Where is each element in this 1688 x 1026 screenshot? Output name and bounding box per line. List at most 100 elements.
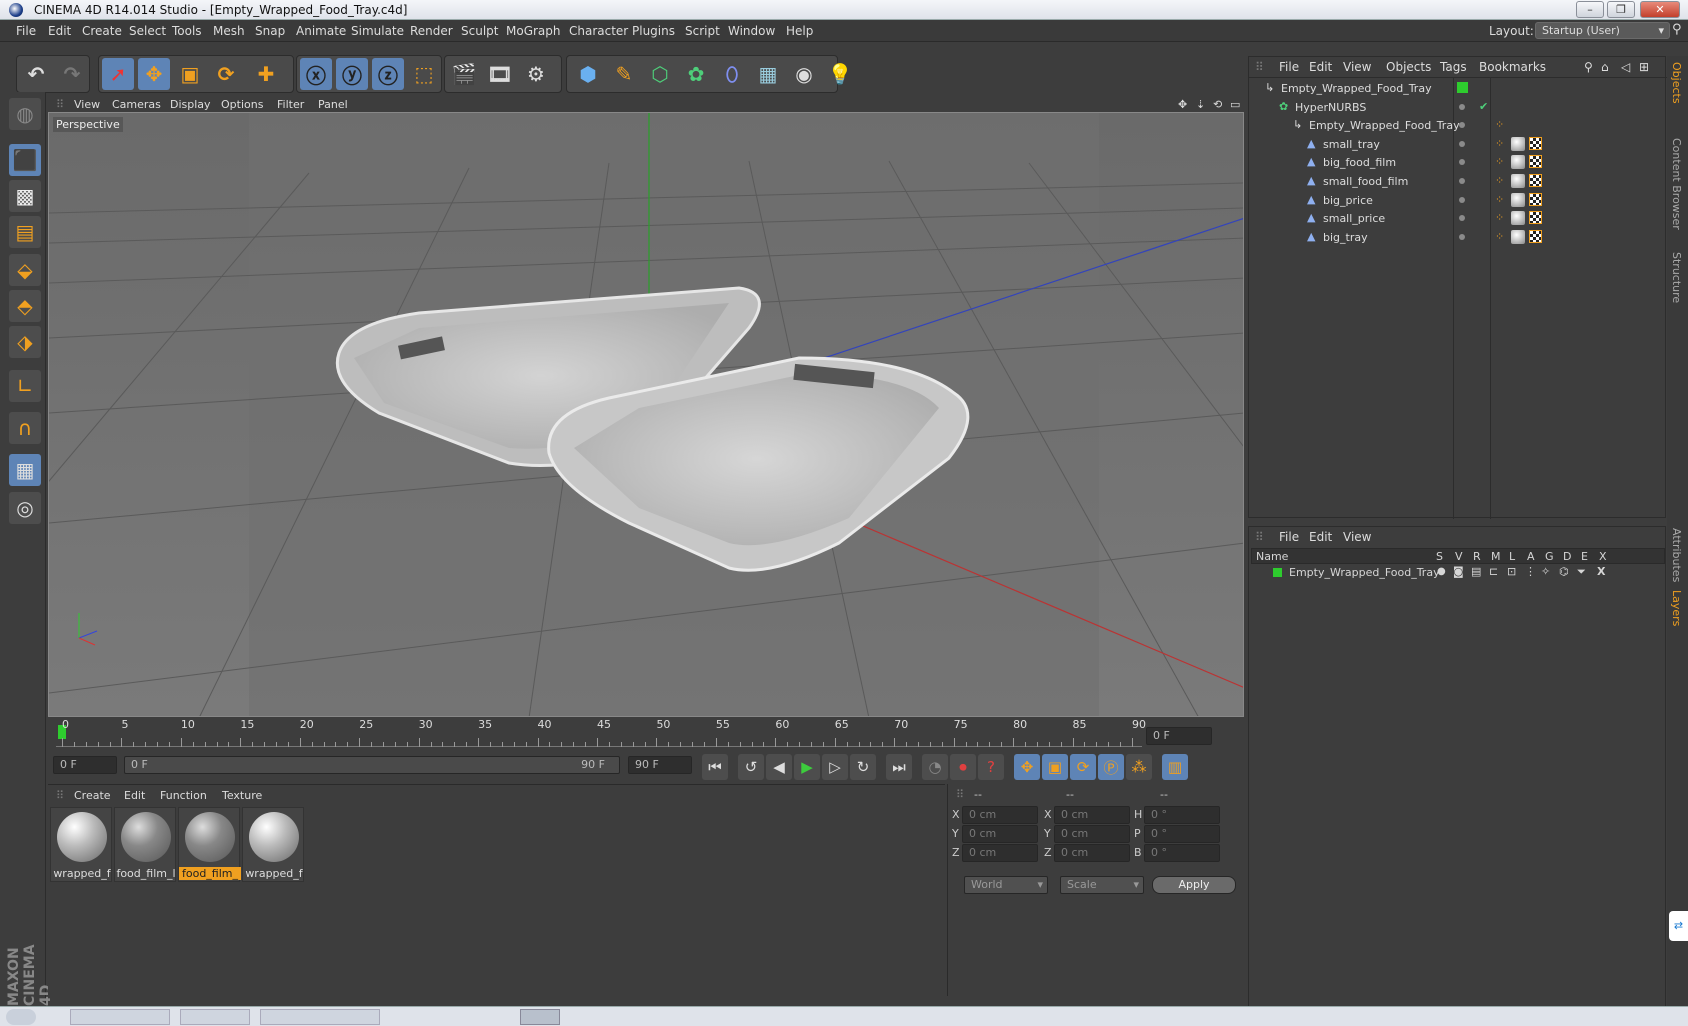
taskbar-item[interactable] — [180, 1009, 250, 1025]
layer-menu-edit[interactable]: Edit — [1309, 530, 1332, 544]
tab-objects[interactable]: Objects — [1670, 62, 1683, 104]
obj-menu-objects[interactable]: Objects — [1386, 60, 1431, 74]
menu-mograph[interactable]: MoGraph — [506, 24, 561, 38]
obj-menu-view[interactable]: View — [1343, 60, 1371, 74]
menu-create[interactable]: Create — [82, 24, 122, 38]
mat-menu-function[interactable]: Function — [160, 789, 207, 802]
obj-menu-edit[interactable]: Edit — [1309, 60, 1332, 74]
manager-icon[interactable]: ⊏ — [1489, 565, 1498, 578]
timeline-window-icon[interactable]: ▥ — [1162, 754, 1188, 780]
live-selection-icon[interactable]: ➚ — [102, 58, 134, 90]
menu-character[interactable]: Character — [569, 24, 628, 38]
object-row[interactable]: ▲ small_price ⁘ — [1249, 209, 1667, 229]
object-row[interactable]: ▲ big_food_film ⁘ — [1249, 153, 1667, 173]
key-pla-icon[interactable]: ⁂ — [1126, 754, 1152, 780]
search-icon[interactable]: ⚲ — [1584, 60, 1593, 74]
make-editable-icon[interactable]: ◍ — [9, 98, 41, 130]
material-tag-icon[interactable] — [1511, 174, 1525, 188]
menu-snap[interactable]: Snap — [255, 24, 285, 38]
visible-icon[interactable]: ◙ — [1453, 565, 1464, 578]
viewport-menu-options[interactable]: Options — [221, 98, 263, 111]
start-button[interactable] — [6, 1009, 36, 1025]
material-item[interactable]: wrapped_f — [50, 807, 112, 882]
coord-value-field[interactable]: 0 ° — [1144, 844, 1220, 862]
start-frame-field[interactable]: 0 F — [53, 756, 117, 774]
menu-select[interactable]: Select — [129, 24, 166, 38]
obj-menu-bookmarks[interactable]: Bookmarks — [1479, 60, 1546, 74]
new-view-icon[interactable]: ⊞ — [1639, 60, 1649, 74]
coord-value-field[interactable]: 0 cm — [1054, 825, 1130, 843]
menu-plugins[interactable]: Plugins — [632, 24, 675, 38]
undo-icon[interactable]: ↶ — [20, 58, 52, 90]
light-icon[interactable]: 💡 — [824, 58, 856, 90]
pan-icon[interactable]: ✥ — [1178, 98, 1187, 111]
coord-value-field[interactable]: 0 ° — [1144, 806, 1220, 824]
xref-icon[interactable]: X — [1597, 565, 1605, 578]
viewport-menu-panel[interactable]: Panel — [318, 98, 348, 111]
uvw-tag-icon[interactable] — [1529, 229, 1542, 243]
expressions-icon[interactable]: ⏷ — [1577, 565, 1586, 579]
size-mode-select[interactable]: Scale ▾ — [1060, 876, 1144, 894]
mat-menu-texture[interactable]: Texture — [222, 789, 262, 802]
taskbar-item[interactable] — [260, 1009, 380, 1025]
animation-icon[interactable]: ⋮ — [1525, 565, 1536, 578]
layer-row[interactable]: Empty_Wrapped_Food_Tray ● ◙ ▤ ⊏ ⊡ ⋮ ✧ ⌬ … — [1251, 565, 1665, 581]
current-frame-field[interactable]: 0 F — [1146, 727, 1212, 745]
deformer-icon[interactable]: ⬯ — [716, 58, 748, 90]
tab-content-browser[interactable]: Content Browser — [1670, 138, 1683, 230]
tab-structure[interactable]: Structure — [1670, 252, 1683, 303]
taskbar-item[interactable] — [520, 1009, 560, 1025]
subdivision-icon[interactable]: ⬡ — [644, 58, 676, 90]
teamviewer-icon[interactable]: ⇄ — [1669, 911, 1688, 941]
render-view-icon[interactable]: 🎬 — [448, 58, 480, 90]
dolly-icon[interactable]: ⇣ — [1196, 98, 1205, 111]
uvw-tag-icon[interactable] — [1529, 211, 1542, 225]
menu-help[interactable]: Help — [786, 24, 813, 38]
menu-window[interactable]: Window — [728, 24, 775, 38]
viewport-menu-cameras[interactable]: Cameras — [112, 98, 161, 111]
material-item[interactable]: food_film_ — [178, 807, 241, 882]
workplane-mode-icon[interactable]: ▤ — [9, 216, 41, 248]
phong-tag-icon[interactable]: ⁘ — [1495, 230, 1504, 243]
rotate-icon[interactable]: ⟳ — [210, 58, 242, 90]
uvw-tag-icon[interactable] — [1529, 192, 1542, 206]
deformers-icon[interactable]: ⌬ — [1559, 565, 1569, 578]
points-mode-icon[interactable]: ⬙ — [9, 254, 41, 286]
key-scale-icon[interactable]: ▣ — [1042, 754, 1068, 780]
editor-visibility-dot[interactable] — [1459, 103, 1465, 110]
coord-value-field[interactable]: 0 cm — [1054, 806, 1130, 824]
coord-value-field[interactable]: 0 cm — [962, 806, 1038, 824]
editor-visibility-dot[interactable] — [1459, 196, 1465, 203]
coord-value-field[interactable]: 0 ° — [1144, 825, 1220, 843]
object-row[interactable]: ▲ big_price ⁘ — [1249, 191, 1667, 211]
menu-edit[interactable]: Edit — [48, 24, 71, 38]
editor-visibility-dot[interactable] — [1459, 122, 1465, 129]
lock-icon[interactable]: ⊡ — [1507, 565, 1516, 578]
menu-sculpt[interactable]: Sculpt — [461, 24, 498, 38]
viewport-menu-display[interactable]: Display — [170, 98, 211, 111]
close-button[interactable]: ✕ — [1640, 1, 1680, 18]
search-icon[interactable]: ⚲ — [1672, 22, 1682, 37]
generators-icon[interactable]: ✧ — [1541, 565, 1550, 578]
render-picture-viewer-icon[interactable]: 🎞 — [484, 58, 516, 90]
frame-range-slider[interactable]: 0 F 90 F — [124, 756, 620, 774]
menu-mesh[interactable]: Mesh — [213, 24, 245, 38]
back-icon[interactable]: ◁ — [1621, 60, 1630, 74]
keyframe-selection-icon[interactable]: ? — [978, 754, 1004, 780]
array-icon[interactable]: ✿ — [680, 58, 712, 90]
tab-layers[interactable]: Layers — [1670, 590, 1683, 626]
z-axis-icon[interactable]: ⓩ — [372, 58, 404, 90]
layer-menu-file[interactable]: File — [1279, 530, 1299, 544]
redo-icon[interactable]: ↷ — [56, 58, 88, 90]
previous-frame-icon[interactable]: ◀ — [766, 754, 792, 780]
editor-visibility-dot[interactable] — [1459, 178, 1465, 184]
layer-menu-view[interactable]: View — [1343, 530, 1371, 544]
material-tag-icon[interactable] — [1511, 211, 1525, 226]
mat-menu-create[interactable]: Create — [74, 789, 111, 802]
orbit-icon[interactable]: ⟲ — [1213, 98, 1222, 111]
snap-settings-icon[interactable]: ◎ — [9, 492, 41, 524]
coord-value-field[interactable]: 0 cm — [1054, 844, 1130, 862]
end-frame-field[interactable]: 90 F — [628, 756, 692, 774]
coord-mode-select[interactable]: World ▾ — [964, 876, 1048, 894]
editor-visibility-dot[interactable] — [1459, 233, 1465, 240]
